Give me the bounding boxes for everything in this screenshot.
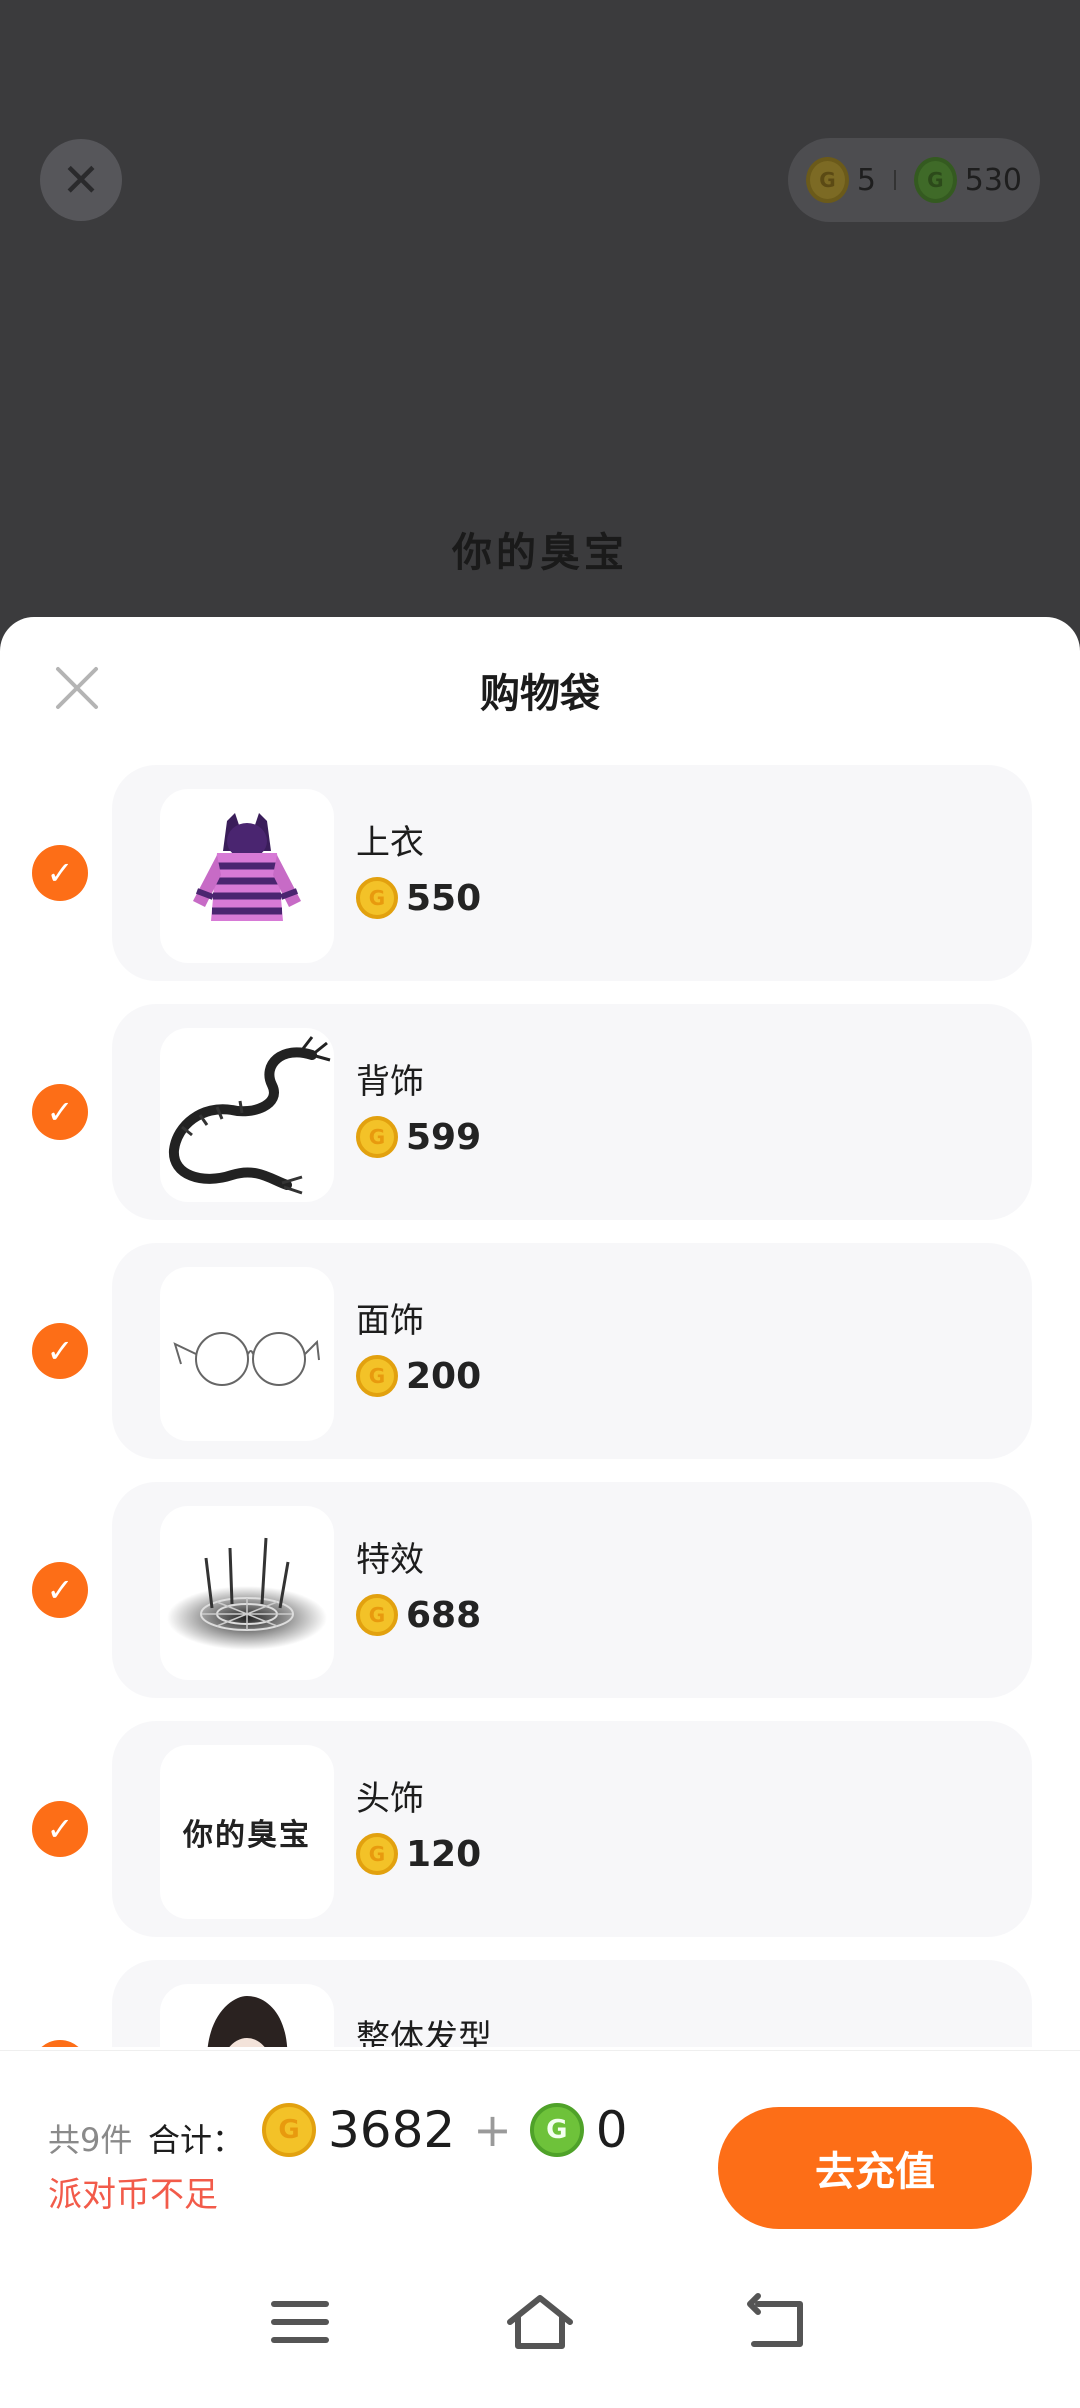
item-name: 背饰 (356, 1062, 424, 1102)
hoodie-image (193, 813, 301, 921)
dragon-image (168, 1036, 331, 1195)
item-card[interactable]: 面饰 G 200 (112, 1243, 1032, 1459)
item-list[interactable]: ✓ 上衣 G 550 ✓ 背饰 G 599 ✓ 面饰 G 200 ✓ 特效 G … (0, 765, 1080, 2047)
home-icon[interactable] (504, 2290, 576, 2354)
item-thumbnail: 你的臭宝 (160, 1745, 334, 1919)
preview-text: 你的臭宝 (452, 530, 628, 576)
item-name: 上衣 (356, 823, 424, 863)
green-total: 0 (595, 2101, 628, 2159)
item-thumbnail (160, 1984, 334, 2047)
item-price: G 550 (356, 877, 481, 919)
item-price: G 200 (356, 1355, 481, 1397)
item-name: 面饰 (356, 1301, 424, 1341)
green-coin-icon: G (913, 157, 957, 203)
list-item[interactable]: ✓ 背饰 G 599 (0, 1004, 1080, 1220)
price-value: 599 (406, 1116, 482, 1158)
total-price: G 3682 + G 0 (262, 2101, 628, 2159)
item-thumbnail (160, 1267, 334, 1441)
effect-image (167, 1537, 327, 1650)
item-thumbnail (160, 1506, 334, 1680)
close-icon[interactable]: ✕ (40, 139, 122, 221)
item-card[interactable]: 你的臭宝 头饰 G 120 (112, 1721, 1032, 1937)
check-icon[interactable]: ✓ (32, 845, 88, 901)
list-item[interactable]: ✓ 你的臭宝 头饰 G 120 (0, 1721, 1080, 1937)
gold-coin-icon: G (806, 157, 849, 203)
gold-coin-icon: G (356, 877, 398, 919)
check-icon[interactable]: ✓ (32, 2040, 88, 2047)
item-price: G 599 (356, 1116, 481, 1158)
gold-coin-icon: G (356, 1594, 398, 1636)
glasses-image (173, 1332, 320, 1386)
item-name: 整体发型 (356, 2018, 492, 2047)
gold-coin-icon: G (356, 1833, 398, 1875)
item-thumbnail (160, 1028, 334, 1202)
background-overlay[interactable]: ✕ G 5 G 530 你的臭宝 (0, 0, 1080, 640)
item-price: G 120 (356, 1833, 481, 1875)
list-item[interactable]: ✓ 面饰 G 200 (0, 1243, 1080, 1459)
item-card[interactable]: 背饰 G 599 (112, 1004, 1032, 1220)
headwear-text: 你的臭宝 (183, 1818, 311, 1853)
menu-icon[interactable] (264, 2290, 336, 2354)
checkout-bar: 共9件 合计： G 3682 + G 0 派对币不足 去充值 (0, 2050, 1080, 2237)
divider (894, 170, 896, 190)
check-icon[interactable]: ✓ (32, 1323, 88, 1379)
shopping-bag-sheet: 购物袋 ✓ 上衣 G 550 ✓ 背饰 G 599 ✓ 面饰 G 200 ✓ 特… (0, 617, 1080, 2408)
sheet-title: 购物袋 (480, 671, 600, 717)
gold-coin-icon: G (262, 2103, 316, 2157)
gold-coin-count: 5 (856, 162, 876, 198)
check-icon[interactable]: ✓ (32, 1801, 88, 1857)
check-icon[interactable]: ✓ (32, 1084, 88, 1140)
item-card[interactable]: 整体发型 (112, 1960, 1032, 2047)
hair-image (207, 1996, 287, 2047)
back-icon[interactable] (744, 2290, 816, 2354)
list-item[interactable]: ✓ (0, 765, 1080, 981)
recharge-button[interactable]: 去充值 (718, 2107, 1032, 2229)
green-coin-icon: G (529, 2103, 584, 2157)
price-value: 688 (406, 1594, 482, 1636)
insufficient-balance-warning: 派对币不足 (48, 2175, 218, 2215)
green-coin-count: 530 (964, 162, 1023, 198)
item-name: 特效 (356, 1540, 424, 1580)
list-item[interactable]: ✓ (0, 1482, 1080, 1698)
item-name: 头饰 (356, 1779, 424, 1819)
price-value: 550 (406, 877, 482, 919)
gold-total: 3682 (328, 2101, 456, 2159)
item-count: 共9件 (48, 2121, 133, 2159)
system-nav-bar (0, 2236, 1080, 2408)
price-value: 200 (406, 1355, 482, 1397)
gold-coin-icon: G (356, 1355, 398, 1397)
plus-sign: + (473, 2103, 512, 2157)
check-icon[interactable]: ✓ (32, 1562, 88, 1618)
item-card[interactable]: 上衣 G 550 (112, 765, 1032, 981)
item-thumbnail (160, 789, 334, 963)
item-price: G 688 (356, 1594, 481, 1636)
total-label: 合计： (148, 2121, 245, 2159)
item-card[interactable]: 特效 G 688 (112, 1482, 1032, 1698)
list-item[interactable]: ✓ 整体发型 (0, 1960, 1080, 2047)
gold-coin-icon: G (356, 1116, 398, 1158)
price-value: 120 (406, 1833, 482, 1875)
wallet-balance: G 5 G 530 (788, 138, 1040, 222)
